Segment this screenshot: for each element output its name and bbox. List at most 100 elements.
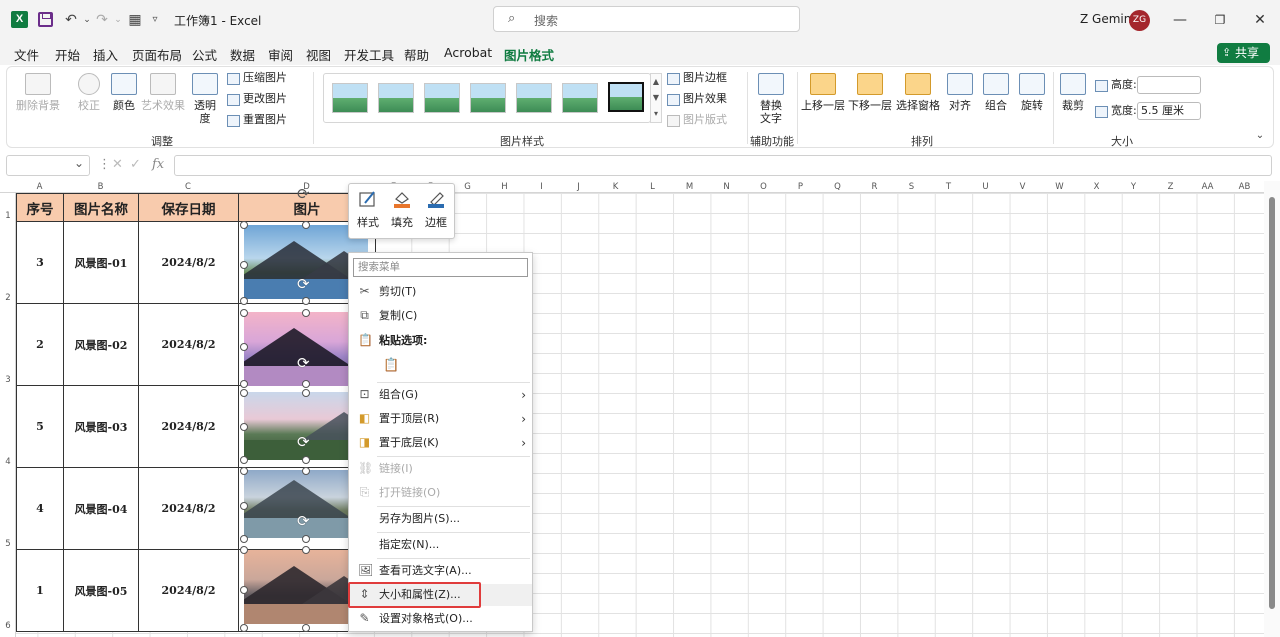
picture-style-5[interactable]	[516, 83, 552, 113]
cell-name[interactable]: 风景图-04	[63, 467, 139, 550]
resize-handle[interactable]	[240, 586, 248, 594]
tab-developer[interactable]: 开发工具	[344, 45, 394, 64]
column-header[interactable]: R	[856, 181, 893, 193]
column-header[interactable]: P	[782, 181, 819, 193]
resize-handle[interactable]	[240, 535, 248, 543]
resize-handle[interactable]	[302, 380, 310, 388]
align-button[interactable]: 对齐	[943, 73, 977, 112]
remove-background-button[interactable]: 删除背景	[15, 73, 61, 112]
column-header[interactable]: U	[967, 181, 1004, 193]
rotate-handle-icon[interactable]: ⟳	[297, 185, 310, 203]
cell-date[interactable]: 2024/8/2	[138, 385, 239, 468]
tab-formulas[interactable]: 公式	[192, 45, 217, 64]
resize-handle[interactable]	[240, 297, 248, 305]
gallery-scroll[interactable]: ▲ ▼ ▾	[650, 73, 662, 123]
send-backward-button[interactable]: 下移一层	[847, 73, 893, 112]
bring-forward-button[interactable]: 上移一层	[800, 73, 846, 112]
menu-item-view-alt-text[interactable]: 🖼 查看可选文字(A)...	[349, 560, 532, 582]
cell-name[interactable]: 风景图-02	[63, 303, 139, 386]
resize-handle[interactable]	[240, 221, 248, 229]
column-header[interactable]: K	[597, 181, 634, 193]
picture-style-6[interactable]	[562, 83, 598, 113]
resize-handle[interactable]	[302, 309, 310, 317]
tab-home[interactable]: 开始	[55, 45, 80, 64]
cell-name[interactable]: 风景图-05	[63, 549, 139, 632]
compress-pictures-button[interactable]: 压缩图片	[227, 70, 287, 86]
menu-search-input[interactable]: 搜索菜单	[353, 258, 528, 277]
resize-handle[interactable]	[240, 467, 248, 475]
cell-name[interactable]: 风景图-01	[63, 221, 139, 304]
resize-handle[interactable]	[240, 380, 248, 388]
cell-date[interactable]: 2024/8/2	[138, 467, 239, 550]
customize-toolbar-icon[interactable]: ▿	[146, 11, 164, 29]
tab-data[interactable]: 数据	[230, 45, 255, 64]
column-header[interactable]: I	[523, 181, 560, 193]
rotate-handle-icon[interactable]: ⟳	[297, 275, 310, 293]
column-header[interactable]: V	[1004, 181, 1041, 193]
column-header[interactable]: A	[16, 181, 63, 193]
paste-icon[interactable]: 📋	[383, 359, 399, 372]
tab-view[interactable]: 视图	[306, 45, 331, 64]
column-header[interactable]: L	[634, 181, 671, 193]
menu-item-group[interactable]: ⊡ 组合(G) ›	[349, 384, 532, 406]
column-header[interactable]: C	[138, 181, 238, 193]
cell-date[interactable]: 2024/8/2	[138, 221, 239, 304]
corrections-button[interactable]: 校正	[69, 73, 109, 112]
header-cell[interactable]: 图片名称	[63, 193, 139, 222]
picture-border-button[interactable]: 图片边框	[667, 70, 727, 86]
menu-item-cut[interactable]: ✂ 剪切(T)	[349, 281, 532, 303]
minimize-icon[interactable]: —	[1168, 8, 1192, 32]
tab-help[interactable]: 帮助	[404, 45, 429, 64]
cell-no[interactable]: 2	[16, 303, 64, 386]
change-picture-button[interactable]: 更改图片	[227, 91, 287, 107]
picture-style-2[interactable]	[378, 83, 414, 113]
column-header[interactable]: Q	[819, 181, 856, 193]
cell-name[interactable]: 风景图-03	[63, 385, 139, 468]
group-objects-button[interactable]: 组合	[979, 73, 1013, 112]
width-input[interactable]: 5.5 厘米	[1137, 102, 1201, 120]
column-header[interactable]: H	[486, 181, 523, 193]
cell-date[interactable]: 2024/8/2	[138, 303, 239, 386]
row-header[interactable]: 1	[0, 211, 16, 221]
rotate-handle-icon[interactable]: ⟳	[297, 354, 310, 372]
menu-item-format-object[interactable]: ✎ 设置对象格式(O)...	[349, 608, 532, 630]
resize-handle[interactable]	[240, 261, 248, 269]
menu-item-open-link[interactable]: ⎘ 打开链接(O)	[349, 482, 532, 504]
scrollbar-thumb[interactable]	[1269, 197, 1275, 609]
resize-handle[interactable]	[240, 456, 248, 464]
cell-date[interactable]: 2024/8/2	[138, 549, 239, 632]
resize-handle[interactable]	[302, 535, 310, 543]
row-header[interactable]: 4	[0, 457, 16, 467]
picture-effects-button[interactable]: 图片效果	[667, 91, 727, 107]
rotate-handle-icon[interactable]: ⟳	[297, 433, 310, 451]
row-header[interactable]: 2	[0, 293, 16, 303]
share-button[interactable]: 共享	[1217, 43, 1270, 63]
formula-input[interactable]	[174, 155, 1272, 176]
resize-handle[interactable]	[302, 297, 310, 305]
insert-function-icon[interactable]: fx	[152, 157, 164, 172]
resize-handle[interactable]	[302, 467, 310, 475]
column-header[interactable]: X	[1078, 181, 1115, 193]
menu-item-assign-macro[interactable]: 指定宏(N)...	[349, 534, 532, 556]
column-header[interactable]: AA	[1189, 181, 1226, 193]
style-button[interactable]: 样式	[353, 190, 383, 230]
border-button[interactable]: 边框	[421, 190, 451, 230]
picture-style-3[interactable]	[424, 83, 460, 113]
tab-file[interactable]: 文件	[14, 45, 39, 64]
alt-text-button[interactable]: 替换 文字	[753, 73, 789, 125]
tab-review[interactable]: 审阅	[268, 45, 293, 64]
menu-item-save-as-picture[interactable]: 另存为图片(S)...	[349, 508, 532, 530]
resize-handle[interactable]	[302, 624, 310, 632]
picture-style-1[interactable]	[332, 83, 368, 113]
header-cell[interactable]: 保存日期	[138, 193, 239, 222]
picture-style-7[interactable]	[608, 82, 644, 112]
rotate-button[interactable]: 旋转	[1015, 73, 1049, 112]
close-icon[interactable]: ✕	[1248, 8, 1272, 32]
cell-no[interactable]: 4	[16, 467, 64, 550]
menu-item-copy[interactable]: ⧉ 复制(C)	[349, 305, 532, 327]
row-header[interactable]: 6	[0, 621, 16, 631]
column-header[interactable]: O	[745, 181, 782, 193]
tab-insert[interactable]: 插入	[93, 45, 118, 64]
user-name[interactable]: Z Gemini	[1080, 12, 1135, 26]
fill-button[interactable]: 填充	[387, 190, 417, 230]
